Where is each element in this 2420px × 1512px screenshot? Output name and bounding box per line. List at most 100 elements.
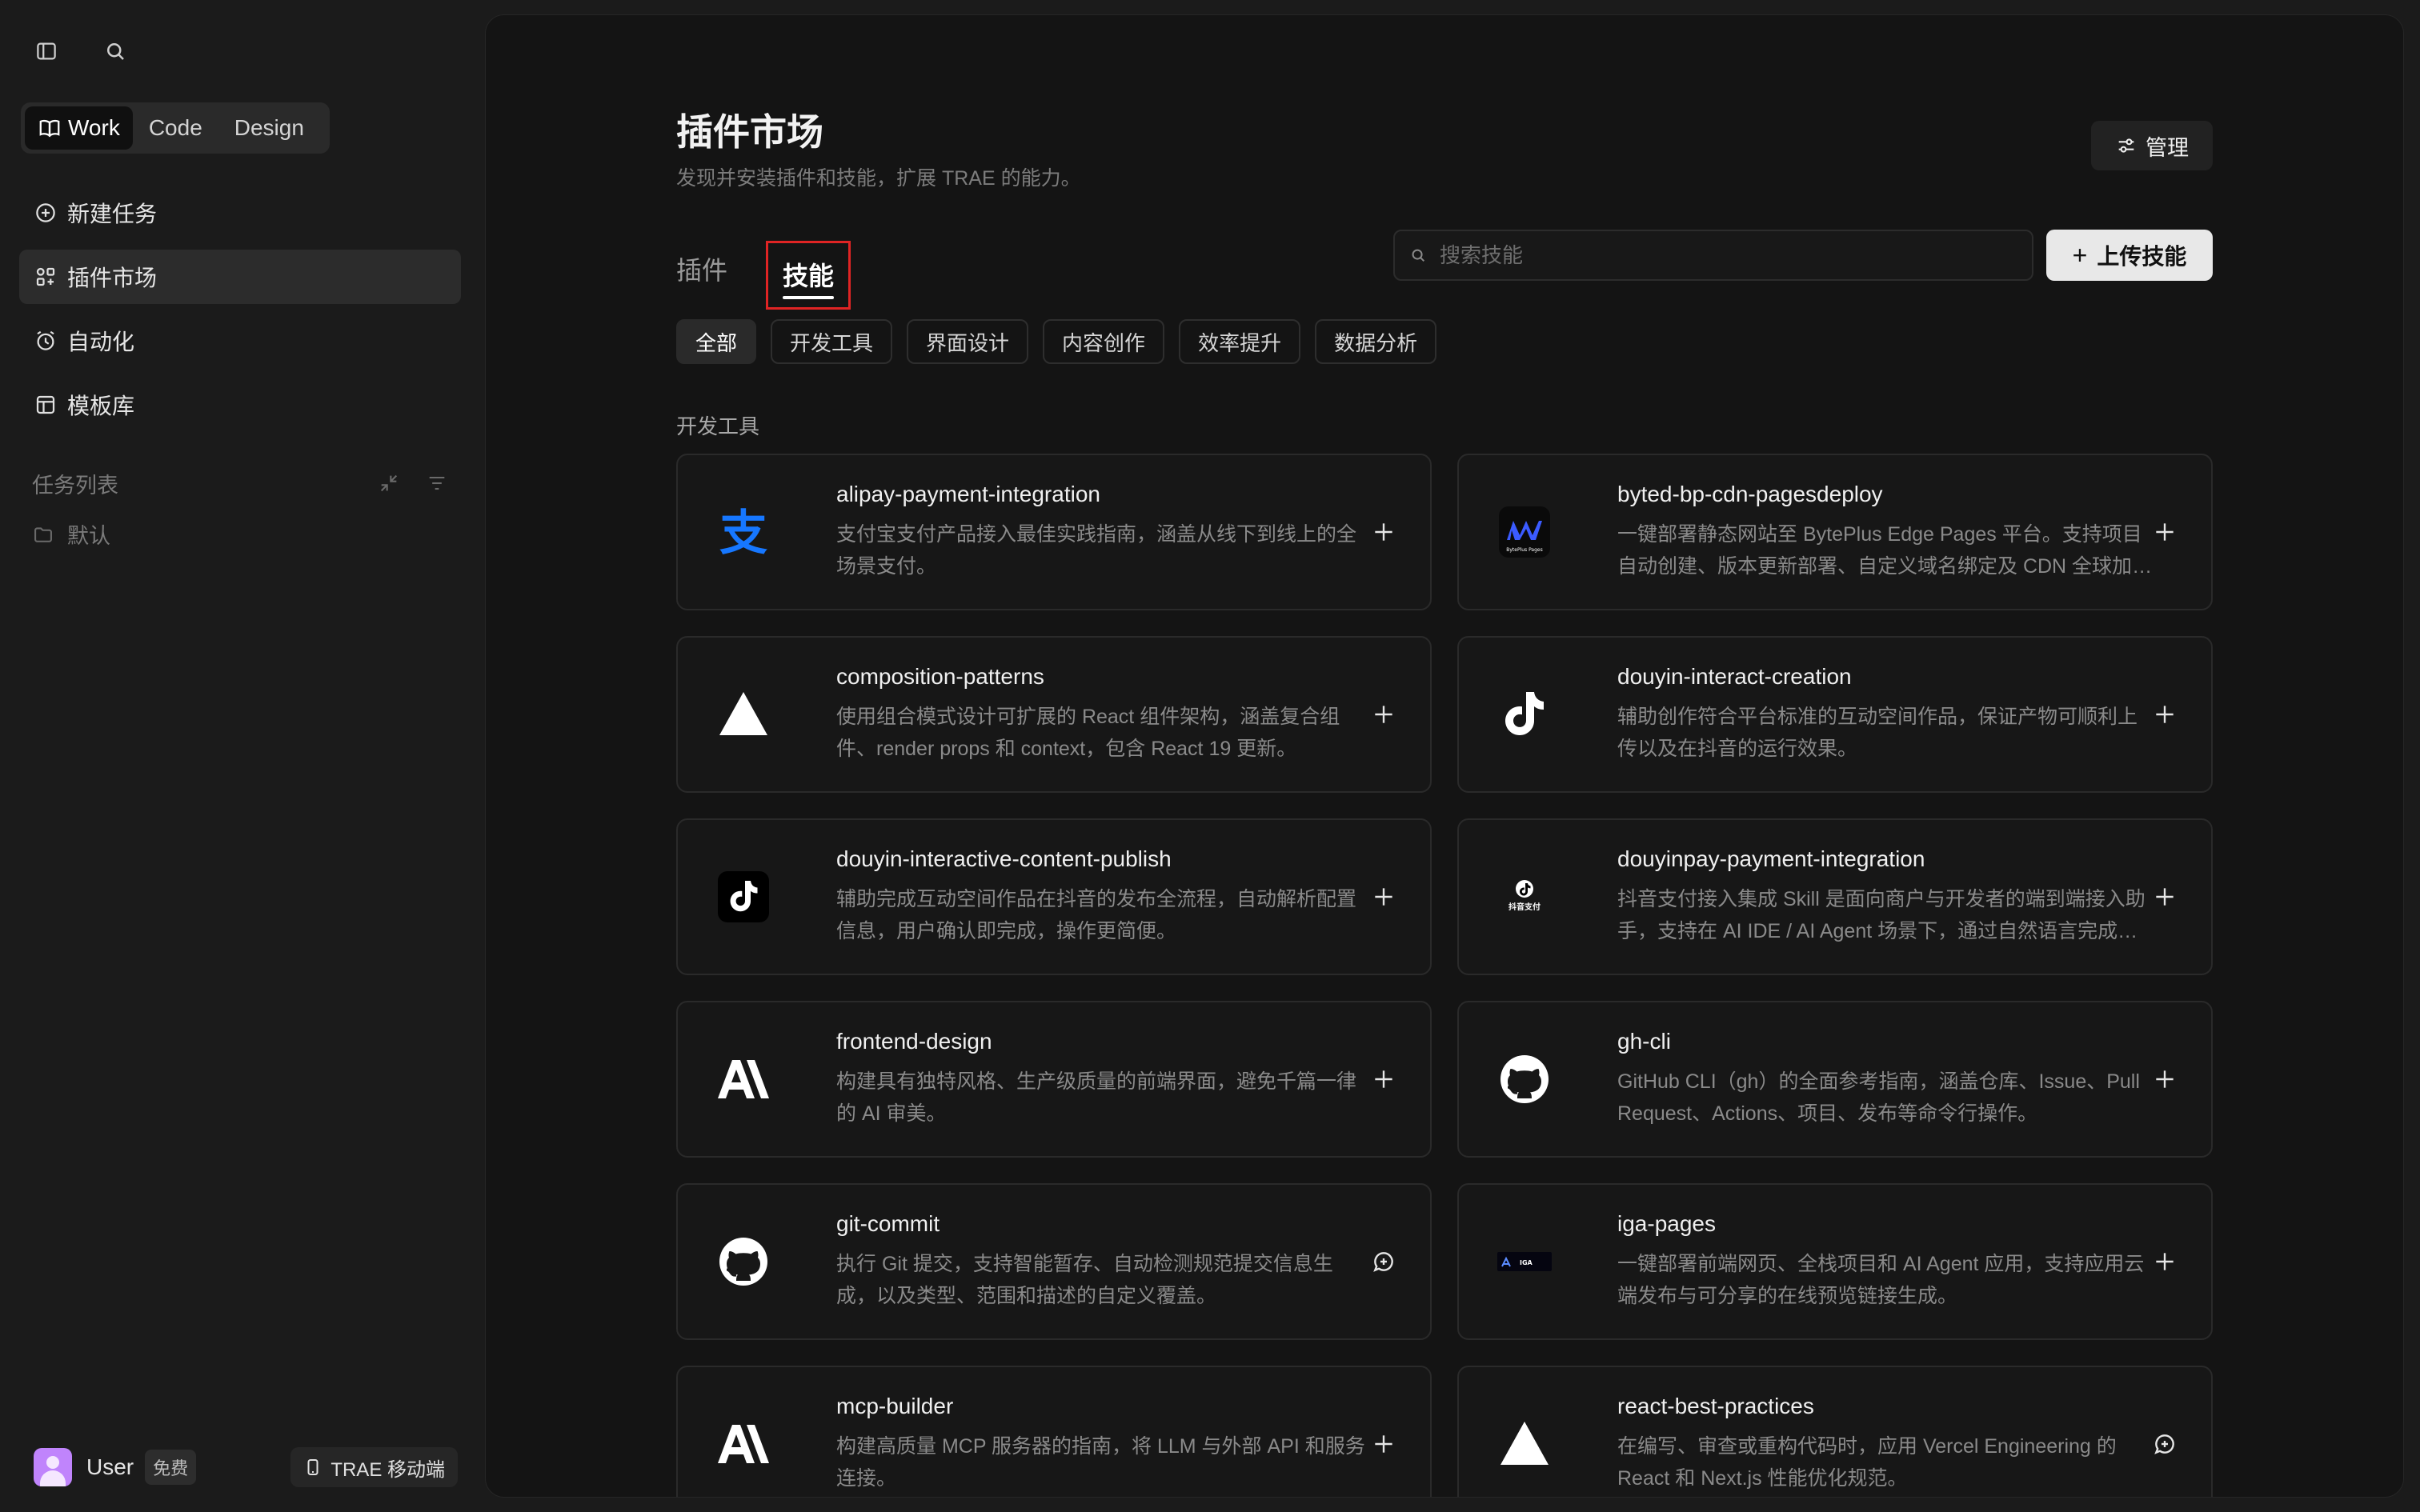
sidebar-nav: 新建任务 插件市场 自动化 模板库	[19, 186, 461, 442]
sidebar-item-automation[interactable]: 自动化	[19, 314, 461, 368]
plus-icon	[2156, 1253, 2174, 1270]
skill-card[interactable]: frontend-design 构建具有独特风格、生产级质量的前端界面，避免千篇…	[676, 1001, 1432, 1158]
chip-dev-tools[interactable]: 开发工具	[771, 319, 893, 364]
plus-icon	[1375, 706, 1392, 723]
skill-title: composition-patterns	[836, 664, 1044, 689]
upload-skill-button[interactable]: + 上传技能	[2046, 230, 2213, 281]
plus-icon	[1375, 523, 1392, 541]
book-icon	[39, 119, 60, 138]
chip-productivity[interactable]: 效率提升	[1179, 319, 1301, 364]
skill-desc: 辅助完成互动空间作品在抖音的发布全流程，自动解析配置信息，用户确认即完成，操作更…	[836, 888, 1357, 942]
skill-title: frontend-design	[836, 1029, 992, 1054]
phone-icon	[307, 1459, 319, 1475]
skill-desc: 在编写、审查或重构代码时，应用 Vercel Engineering 的 Rea…	[1617, 1435, 2117, 1490]
skill-title: react-best-practices	[1617, 1394, 1814, 1418]
plus-icon	[2156, 523, 2174, 541]
skill-desc: 使用组合模式设计可扩展的 React 组件架构，涵盖复合组件、render pr…	[836, 706, 1340, 760]
toggle-sidebar-button[interactable]	[32, 37, 61, 66]
skill-title: douyin-interactive-content-publish	[836, 846, 1172, 871]
skill-title: douyin-interact-creation	[1617, 664, 1852, 689]
chip-data-analysis[interactable]: 数据分析	[1315, 319, 1437, 364]
main-panel: 插件市场 发现并安装插件和技能，扩展 TRAE 的能力。 管理 插件 技能 + …	[485, 14, 2404, 1498]
sidebar-item-templates[interactable]: 模板库	[19, 378, 461, 432]
tabs: 插件 技能	[676, 238, 851, 318]
skill-card[interactable]: composition-patterns 使用组合模式设计可扩展的 React …	[676, 636, 1432, 793]
mode-work-button[interactable]: Work	[25, 106, 133, 150]
add-to-chat-button[interactable]	[2149, 1428, 2181, 1460]
install-button[interactable]	[2149, 1246, 2181, 1278]
install-button[interactable]	[2149, 698, 2181, 730]
sidebar-item-label: 新建任务	[67, 202, 158, 226]
settings-sliders-icon	[2118, 138, 2134, 153]
mode-design-button[interactable]: Design	[218, 106, 320, 150]
sidebar-item-label: 插件市场	[67, 266, 158, 290]
manage-label: 管理	[2146, 135, 2189, 160]
skill-card[interactable]: git-commit 执行 Git 提交，支持智能暂存、自动检测规范提交信息生成…	[676, 1183, 1432, 1340]
section-label: 开发工具	[676, 414, 760, 438]
install-button[interactable]	[2149, 516, 2181, 548]
skill-card[interactable]: BytePlus Pages byted-bp-cdn-pagesdeploy …	[1457, 454, 2213, 610]
chip-content-creation[interactable]: 内容创作	[1043, 319, 1165, 364]
manage-button[interactable]: 管理	[2091, 121, 2213, 170]
mode-code-button[interactable]: Code	[133, 106, 218, 150]
skill-title: git-commit	[836, 1211, 940, 1236]
install-button[interactable]	[1368, 516, 1400, 548]
avatar-body	[40, 1470, 66, 1486]
user-name[interactable]: User	[86, 1454, 134, 1480]
tab-skills[interactable]: 技能	[766, 241, 851, 310]
filter-icon[interactable]	[426, 472, 448, 494]
skill-desc: 辅助创作符合平台标准的互动空间作品，保证产物可顺利上传以及在抖音的运行效果。	[1617, 706, 2138, 760]
install-button[interactable]	[1368, 1428, 1400, 1460]
template-icon	[36, 395, 55, 414]
skill-card[interactable]: 支 alipay-payment-integration 支付宝支付产品接入最佳…	[676, 454, 1432, 610]
mode-switch: Work Code Design	[21, 102, 330, 154]
skill-desc: 支付宝支付产品接入最佳实践指南，涵盖从线下到线上的全场景支付。	[836, 523, 1357, 578]
chat-plus-icon	[1373, 1252, 1393, 1272]
avatar[interactable]	[34, 1448, 72, 1486]
install-button[interactable]	[1368, 1063, 1400, 1095]
plan-badge: 免费	[145, 1450, 197, 1485]
skill-card[interactable]: react-best-practices 在编写、审查或重构代码时，应用 Ver…	[1457, 1366, 2213, 1497]
plus-icon	[2156, 1070, 2174, 1088]
install-button[interactable]	[2149, 881, 2181, 913]
vercel-triangle-icon	[1496, 1415, 1553, 1473]
skill-card[interactable]: gh-cli GitHub CLI（gh）的全面参考指南，涵盖仓库、Issue、…	[1457, 1001, 2213, 1158]
plus-icon	[1375, 888, 1392, 906]
tab-plugins[interactable]: 插件	[676, 238, 727, 306]
github-logo-icon	[715, 1233, 772, 1290]
github-logo-icon	[1496, 1050, 1553, 1108]
skill-desc: GitHub CLI（gh）的全面参考指南，涵盖仓库、Issue、Pull Re…	[1617, 1070, 2140, 1125]
skill-card-body: iga-pages 一键部署前端网页、全栈项目和 AI Agent 应用，支持应…	[1617, 1211, 2154, 1312]
avatar-head	[46, 1456, 59, 1469]
skills-search	[1393, 230, 2033, 281]
install-button[interactable]	[2149, 1063, 2181, 1095]
search-button[interactable]	[101, 37, 130, 66]
skill-desc: 一键部署静态网站至 BytePlus Edge Pages 平台。支持项目自动创…	[1617, 523, 2153, 578]
folder-default[interactable]: 默认	[32, 518, 110, 550]
search-icon	[1412, 249, 1425, 262]
sidebar-item-label: 自动化	[67, 330, 135, 354]
install-button[interactable]	[1368, 698, 1400, 730]
skill-card-body: mcp-builder 构建高质量 MCP 服务器的指南，将 LLM 与外部 A…	[836, 1394, 1372, 1494]
sidebar-item-new-task[interactable]: 新建任务	[19, 186, 461, 240]
chip-ui-design[interactable]: 界面设计	[907, 319, 1029, 364]
sidebar-item-plugin-market[interactable]: 插件市场	[19, 250, 461, 304]
search-input[interactable]	[1440, 242, 2000, 268]
page-title: 插件市场	[676, 111, 823, 153]
douyinpay-logo-icon: 抖音支付	[1496, 868, 1553, 926]
skill-card-body: composition-patterns 使用组合模式设计可扩展的 React …	[836, 664, 1372, 765]
install-button[interactable]	[1368, 881, 1400, 913]
mobile-app-button[interactable]: TRAE 移动端	[290, 1447, 458, 1487]
collapse-icon[interactable]	[378, 472, 400, 494]
skill-title: gh-cli	[1617, 1029, 1671, 1054]
skill-card[interactable]: douyin-interactive-content-publish 辅助完成互…	[676, 818, 1432, 975]
skill-card[interactable]: IGA iga-pages 一键部署前端网页、全栈项目和 AI Agent 应用…	[1457, 1183, 2213, 1340]
grid-icon	[36, 267, 55, 286]
chip-all[interactable]: 全部	[676, 319, 757, 364]
skill-card-body: douyin-interact-creation 辅助创作符合平台标准的互动空间…	[1617, 664, 2154, 765]
tiktok-icon	[1496, 686, 1553, 743]
skill-card[interactable]: douyin-interact-creation 辅助创作符合平台标准的互动空间…	[1457, 636, 2213, 793]
skill-card[interactable]: 抖音支付 douyinpay-payment-integration 抖音支付接…	[1457, 818, 2213, 975]
skill-card[interactable]: mcp-builder 构建高质量 MCP 服务器的指南，将 LLM 与外部 A…	[676, 1366, 1432, 1497]
add-to-chat-button[interactable]	[1368, 1246, 1400, 1278]
